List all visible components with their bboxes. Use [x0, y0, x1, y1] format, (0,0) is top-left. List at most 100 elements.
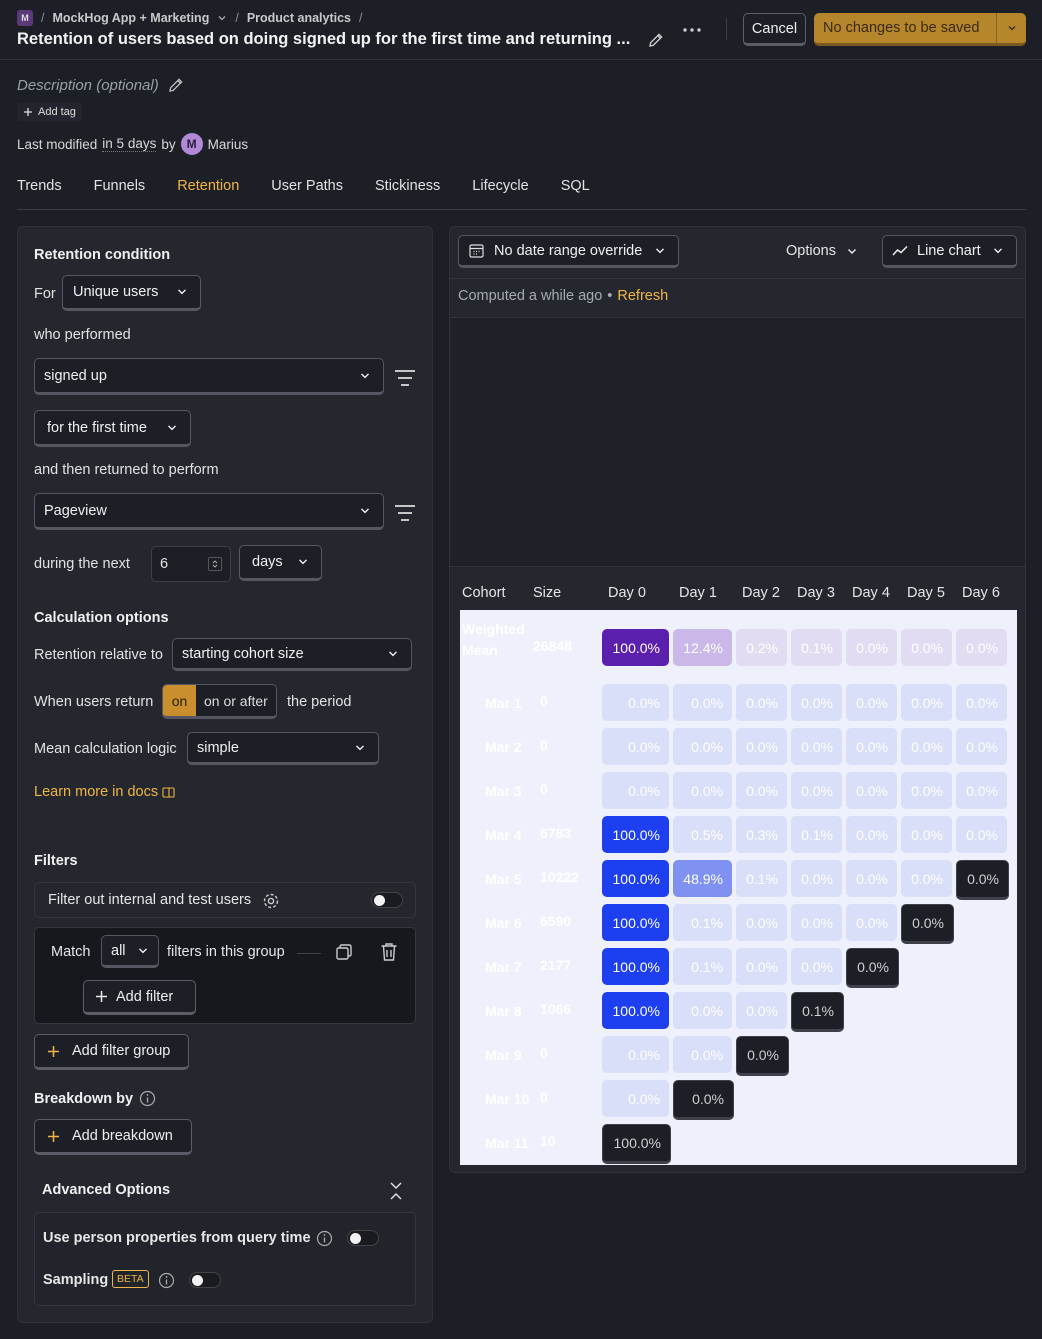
internal-filter-toggle[interactable]: [371, 892, 403, 908]
cancel-button[interactable]: Cancel: [743, 13, 806, 46]
sampling-toggle[interactable]: [189, 1272, 221, 1288]
retention-cell[interactable]: 0.0%: [791, 860, 842, 897]
collapse-icon[interactable]: [388, 1180, 404, 1202]
retention-cell[interactable]: 0.0%: [673, 772, 732, 809]
learn-more-link[interactable]: Learn more in docs: [34, 784, 175, 800]
gear-icon[interactable]: [262, 892, 280, 910]
retention-cell[interactable]: 0.0%: [736, 728, 787, 765]
add-tag-button[interactable]: Add tag: [17, 103, 82, 121]
retention-cell[interactable]: 100.0%: [602, 904, 669, 941]
retention-cell[interactable]: 100.0%: [602, 948, 669, 985]
retention-cell[interactable]: 0.0%: [673, 1080, 734, 1120]
trash-icon[interactable]: [380, 942, 398, 962]
tab-lifecycle[interactable]: Lifecycle: [472, 178, 528, 209]
stepper-icon[interactable]: [208, 557, 222, 571]
tab-retention[interactable]: Retention: [177, 178, 239, 209]
person-props-toggle[interactable]: [347, 1230, 379, 1246]
period-count-input[interactable]: 6: [151, 546, 231, 582]
retention-cell[interactable]: 0.0%: [673, 992, 732, 1029]
retention-cell[interactable]: 0.0%: [736, 684, 787, 721]
retention-cell[interactable]: 12.4%: [673, 629, 732, 666]
retention-cell[interactable]: 0.0%: [901, 904, 954, 944]
tab-trends[interactable]: Trends: [17, 178, 62, 209]
retention-cell[interactable]: 0.0%: [791, 728, 842, 765]
retention-cell[interactable]: 0.0%: [673, 684, 732, 721]
pencil-icon[interactable]: [167, 76, 185, 94]
retention-cell[interactable]: 0.0%: [901, 728, 952, 765]
more-icon[interactable]: [682, 22, 702, 38]
retention-reference-select[interactable]: starting cohort size: [172, 638, 412, 671]
retention-cell[interactable]: 100.0%: [602, 1124, 671, 1164]
retention-cell[interactable]: 0.0%: [901, 772, 952, 809]
retention-cell[interactable]: 0.0%: [673, 1036, 732, 1073]
target-event-select[interactable]: signed up: [34, 358, 384, 395]
retention-cell[interactable]: 0.0%: [956, 816, 1007, 853]
retention-cell[interactable]: 0.0%: [736, 772, 787, 809]
returning-event-select[interactable]: Pageview: [34, 493, 384, 530]
breadcrumb-section[interactable]: Product analytics: [247, 11, 351, 25]
retention-cell[interactable]: 0.0%: [846, 860, 897, 897]
filter-icon[interactable]: [394, 369, 416, 387]
retention-cell[interactable]: 0.1%: [791, 629, 842, 666]
match-select[interactable]: all: [101, 935, 159, 968]
aggregation-select[interactable]: Unique users: [62, 275, 201, 311]
tab-user-paths[interactable]: User Paths: [271, 178, 343, 209]
add-filter-group-button[interactable]: Add filter group: [34, 1034, 189, 1070]
retention-cell[interactable]: 0.0%: [791, 772, 842, 809]
retention-cell[interactable]: 0.0%: [602, 772, 669, 809]
retention-cell[interactable]: 0.1%: [673, 904, 732, 941]
retention-cell[interactable]: 0.0%: [602, 1080, 669, 1117]
info-icon[interactable]: [316, 1230, 333, 1247]
retention-cell[interactable]: 0.0%: [956, 772, 1007, 809]
retention-cell[interactable]: 0.0%: [846, 772, 897, 809]
retention-cell[interactable]: 48.9%: [673, 860, 732, 897]
tab-funnels[interactable]: Funnels: [94, 178, 146, 209]
retention-cell[interactable]: 100.0%: [602, 629, 669, 666]
retention-cell[interactable]: 0.0%: [846, 904, 897, 941]
retention-cell[interactable]: 0.1%: [673, 948, 732, 985]
retention-cell[interactable]: 0.0%: [736, 904, 787, 941]
chevron-down-icon[interactable]: [217, 13, 227, 23]
options-button[interactable]: Options: [786, 243, 858, 259]
retention-cell[interactable]: 0.2%: [736, 629, 787, 666]
page-title[interactable]: Retention of users based on doing signed…: [17, 30, 630, 49]
retention-cell[interactable]: 0.0%: [956, 860, 1009, 900]
tab-sql[interactable]: SQL: [561, 178, 590, 209]
retention-cell[interactable]: 0.1%: [791, 816, 842, 853]
refresh-link[interactable]: Refresh: [617, 288, 668, 304]
save-button[interactable]: No changes to be saved: [814, 13, 1026, 46]
retention-cell[interactable]: 0.1%: [791, 992, 844, 1032]
period-unit-select[interactable]: days: [239, 545, 322, 581]
duplicate-icon[interactable]: [335, 943, 353, 961]
retention-cell[interactable]: 0.0%: [736, 1036, 789, 1076]
retention-cell[interactable]: 0.0%: [791, 948, 842, 985]
breadcrumb-project[interactable]: MockHog App + Marketing: [52, 11, 209, 25]
retention-cell[interactable]: 0.0%: [846, 948, 899, 988]
retention-cell[interactable]: 100.0%: [602, 816, 669, 853]
retention-cell[interactable]: 0.0%: [736, 948, 787, 985]
return-on-or-after-option[interactable]: on or after: [196, 685, 276, 716]
first-time-select[interactable]: for the first time: [34, 410, 191, 447]
retention-cell[interactable]: 0.0%: [956, 684, 1007, 721]
chart-type-select[interactable]: Line chart: [882, 235, 1017, 268]
add-breakdown-button[interactable]: Add breakdown: [34, 1119, 192, 1155]
retention-cell[interactable]: 0.0%: [901, 860, 952, 897]
retention-cell[interactable]: 0.0%: [673, 728, 732, 765]
description-field[interactable]: Description (optional): [17, 76, 185, 94]
retention-cell[interactable]: 100.0%: [602, 992, 669, 1029]
return-on-option[interactable]: on: [163, 685, 196, 716]
retention-cell[interactable]: 0.1%: [736, 860, 787, 897]
info-icon[interactable]: [139, 1090, 156, 1107]
return-mode-toggle[interactable]: on on or after: [162, 684, 277, 719]
retention-cell[interactable]: 0.0%: [602, 728, 669, 765]
retention-cell[interactable]: 0.0%: [736, 992, 787, 1029]
retention-cell[interactable]: 0.0%: [956, 728, 1007, 765]
filter-icon[interactable]: [394, 504, 416, 522]
retention-cell[interactable]: 0.0%: [846, 728, 897, 765]
retention-cell[interactable]: 100.0%: [602, 860, 669, 897]
pencil-icon[interactable]: [647, 31, 665, 49]
retention-cell[interactable]: 0.0%: [901, 816, 952, 853]
save-dropdown-toggle[interactable]: [996, 13, 1026, 43]
retention-cell[interactable]: 0.5%: [673, 816, 732, 853]
retention-cell[interactable]: 0.0%: [956, 629, 1007, 666]
